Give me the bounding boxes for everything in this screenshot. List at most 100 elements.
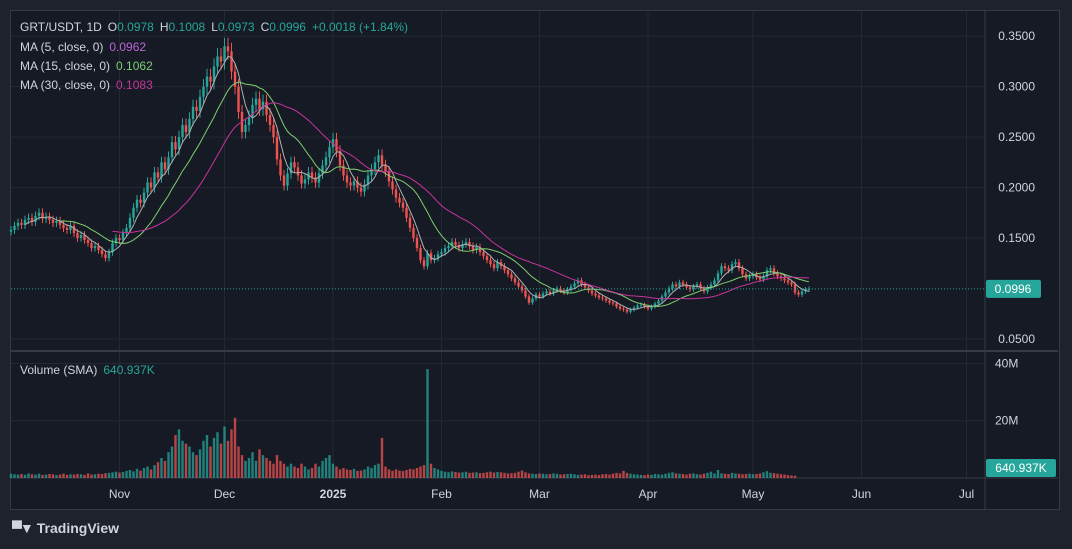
volume-bar (531, 473, 534, 478)
volume-bar (44, 474, 48, 478)
candle-body (625, 309, 629, 312)
candle-body (37, 212, 41, 216)
volume-bar (65, 474, 69, 478)
volume-bar (583, 474, 587, 478)
candle-body (401, 202, 405, 208)
volume-bar (552, 473, 555, 478)
volume-bar (429, 463, 433, 478)
volume-bar (125, 470, 128, 478)
ma30-legend: MA (30, close, 0) 0.1083 (20, 78, 159, 92)
volume-bar (202, 440, 205, 478)
candle-body (419, 248, 422, 261)
tradingview-brand[interactable]: ▀▼ TradingView (12, 520, 119, 536)
volume-bar (702, 473, 706, 478)
volume-bar (142, 467, 146, 478)
volume-bar (300, 463, 303, 478)
volume-bar (741, 474, 744, 478)
candle-body (349, 182, 352, 186)
candle-body (79, 234, 83, 239)
volume-bar (496, 471, 499, 478)
volume-bar (422, 465, 426, 478)
volume-bar (499, 472, 503, 478)
candle-body (258, 98, 261, 109)
volume-bar (97, 473, 100, 478)
volume-bar (485, 472, 489, 478)
volume-bar (415, 467, 419, 478)
candle-body (734, 262, 737, 265)
candle-body (121, 232, 125, 241)
volume-bar (104, 473, 107, 478)
volume-bar (443, 471, 447, 478)
candle-body (139, 199, 142, 203)
volume-tick-label: 40M (995, 356, 1018, 370)
volume-bar (468, 472, 471, 478)
volume-bar (594, 474, 597, 478)
candle-body (443, 248, 447, 253)
candle-body (426, 253, 429, 267)
ma30-label: MA (30, close, 0) (20, 78, 111, 92)
volume-bar (461, 472, 464, 478)
volume-bar (615, 472, 618, 478)
volume-bar (345, 469, 349, 478)
low-label: L (211, 20, 218, 34)
candle-body (237, 86, 240, 112)
time-tick-label: Nov (109, 487, 130, 501)
volume-bar (744, 473, 748, 478)
volume-bar (216, 432, 219, 478)
volume-bar (282, 463, 286, 478)
volume-bar (408, 468, 412, 478)
volume-bar (730, 472, 734, 478)
volume-bar (30, 474, 34, 478)
candle-body (380, 155, 384, 166)
candle-body (783, 278, 786, 281)
candle-body (65, 227, 69, 230)
volume-bar (419, 466, 422, 478)
volume-tick-label: 20M (995, 414, 1018, 428)
volume-bar (139, 470, 142, 478)
low-value: 0.0973 (217, 20, 255, 34)
candle-body (216, 56, 219, 67)
volume-bar (457, 472, 461, 478)
volume-bar (769, 472, 772, 478)
volume-bar (692, 473, 695, 478)
volume-bar (198, 449, 202, 478)
candle-body (510, 274, 513, 279)
volume-bar (387, 469, 391, 478)
volume-bar (723, 473, 727, 478)
volume-bar (464, 471, 468, 478)
candle-body (174, 142, 177, 150)
candle-body (464, 242, 468, 245)
volume-bar (576, 474, 580, 478)
volume-bar (41, 474, 44, 478)
volume-bar (398, 470, 401, 478)
volume-bar (380, 437, 384, 478)
candle-body (597, 295, 601, 298)
ohlc-legend: GRT/USDT, 1D O0.0978 H0.1008 L0.0973 C0.0996… (20, 20, 414, 34)
candle-body (300, 175, 303, 184)
candle-body (716, 273, 720, 281)
volume-bar (37, 473, 41, 478)
volume-bar (303, 466, 307, 478)
price-tick-label: 0.0500 (998, 332, 1035, 346)
candle-body (608, 300, 611, 303)
tradingview-logo-icon: ▀▼ (12, 520, 34, 536)
volume-bar (657, 474, 660, 478)
volume-bar (555, 473, 559, 478)
candle-body (506, 270, 510, 275)
high-value: 0.1008 (168, 20, 206, 34)
volume-bar (356, 470, 359, 478)
volume-bar (156, 462, 160, 478)
volume-bar (545, 474, 548, 478)
candle-body (76, 232, 79, 239)
volume-bar (335, 466, 338, 478)
volume-bar (247, 457, 251, 478)
price-chart[interactable]: 0.3500 0.3000 0.2500 0.2000 0.1500 0.0500 40M 2… (0, 0, 1072, 549)
candle-body (153, 172, 156, 188)
volume-bar (20, 473, 23, 478)
volume-bar (268, 460, 272, 478)
candle-body (471, 246, 475, 251)
candle-body (27, 217, 30, 220)
volume-bar (62, 473, 65, 478)
candle-body (790, 282, 793, 285)
candle-body (149, 182, 153, 188)
